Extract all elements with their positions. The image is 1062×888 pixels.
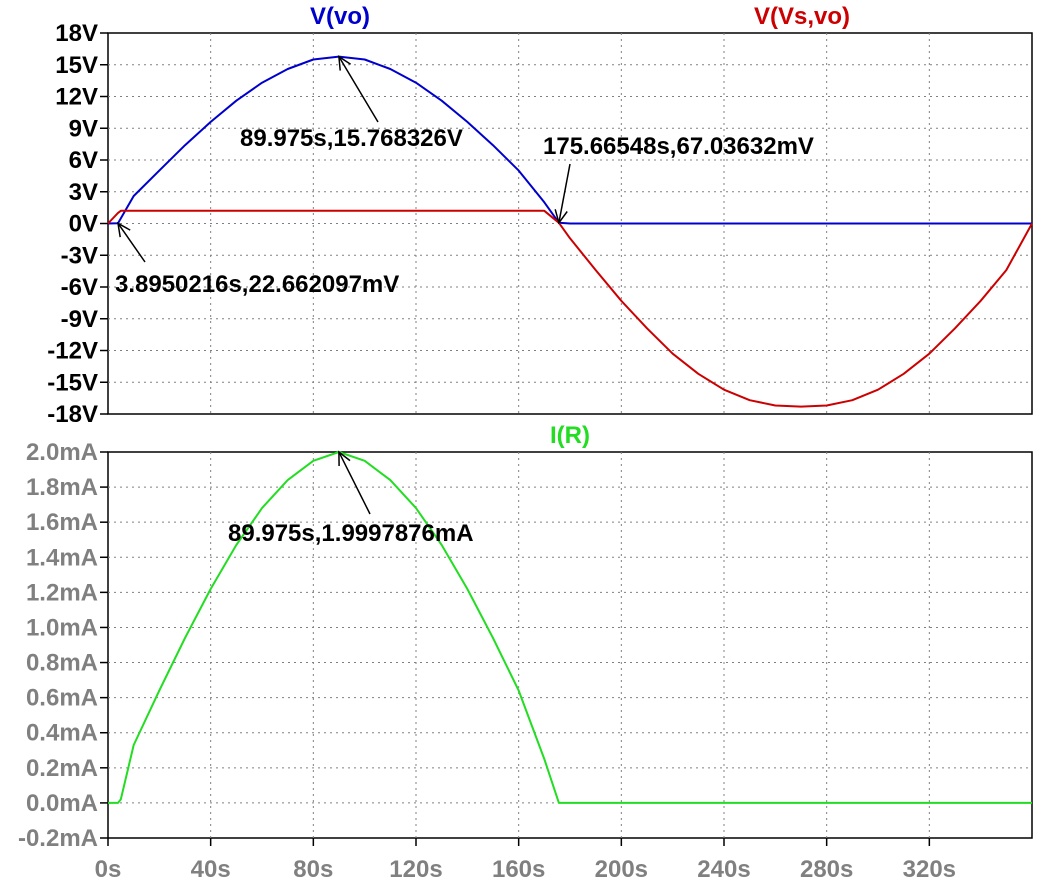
current-ytick-label: 1.2mA: [26, 579, 98, 606]
voltage-ytick-label: 3V: [69, 179, 98, 206]
voltage-ytick-label: 9V: [69, 115, 98, 142]
voltage-ytick-label: -12V: [47, 338, 98, 365]
current-ytick-label: 1.8mA: [26, 474, 98, 501]
voltage-ytick-label: 15V: [55, 52, 98, 79]
voltage-ytick-label: -15V: [47, 369, 98, 396]
annotation-label: 175.66548s,67.03632mV: [543, 133, 814, 160]
annotation-label: 3.8950216s,22.662097mV: [115, 271, 399, 298]
current-y-axis: 2.0mA 1.8mA 1.6mA 1.4mA 1.2mA 1.0mA 0.8mA 0.6mA…: [18, 439, 108, 852]
series-title-vo: V(vo): [310, 3, 370, 30]
voltage-ytick-label: -6V: [61, 274, 98, 301]
xtick-label: 80s: [293, 856, 333, 883]
xtick-label: 280s: [800, 856, 853, 883]
current-ytick-label: -0.2mA: [18, 825, 98, 852]
current-ytick-label: 0.0mA: [26, 790, 98, 817]
current-ytick-label: 1.6mA: [26, 509, 98, 536]
xtick-label: 120s: [389, 856, 442, 883]
voltage-ytick-label: -18V: [47, 401, 98, 428]
current-ytick-label: 0.4mA: [26, 720, 98, 747]
current-plot-frame: [107, 451, 1033, 839]
annotation-label: 89.975s,1.9997876mA: [228, 520, 474, 547]
current-ytick-label: 0.8mA: [26, 650, 98, 677]
xtick-label: 200s: [595, 856, 648, 883]
current-ytick-label: 1.0mA: [26, 614, 98, 641]
voltage-panel: 18V 15V 12V 9V 6V 3V 0V -3V -6V -9V -12V -15V -18V 8…: [47, 3, 1033, 428]
current-ytick-label: 2.0mA: [26, 439, 98, 466]
xtick-label: 240s: [697, 856, 750, 883]
voltage-ytick-label: -3V: [61, 242, 98, 269]
voltage-ytick-label: 18V: [55, 20, 98, 47]
series-title-vs-vo: V(Vs,vo): [754, 3, 850, 30]
voltage-ytick-label: -9V: [61, 306, 98, 333]
current-ytick-label: 0.6mA: [26, 685, 98, 712]
voltage-ytick-label: 0V: [69, 211, 98, 238]
xtick-label: 160s: [492, 856, 545, 883]
xtick-label: 40s: [191, 856, 231, 883]
voltage-y-axis: 18V 15V 12V 9V 6V 3V 0V -3V -6V -9V -12V -15V -18V: [47, 20, 108, 428]
xtick-label: 0s: [95, 856, 122, 883]
voltage-ytick-label: 6V: [69, 147, 98, 174]
current-ytick-label: 1.4mA: [26, 544, 98, 571]
current-panel: 2.0mA 1.8mA 1.6mA 1.4mA 1.2mA 1.0mA 0.8mA 0.6mA…: [18, 422, 1033, 883]
current-ytick-label: 0.2mA: [26, 755, 98, 782]
xtick-label: 320s: [903, 856, 956, 883]
time-x-axis: 0s 40s 80s 120s 160s 200s 240s 280s 320s: [95, 838, 956, 883]
series-title-ir: I(R): [550, 422, 590, 449]
waveform-viewer: 18V 15V 12V 9V 6V 3V 0V -3V -6V -9V -12V -15V -18V 8…: [18, 3, 1033, 883]
voltage-ytick-label: 12V: [55, 84, 98, 111]
annotation-label: 89.975s,15.768326V: [240, 125, 463, 152]
